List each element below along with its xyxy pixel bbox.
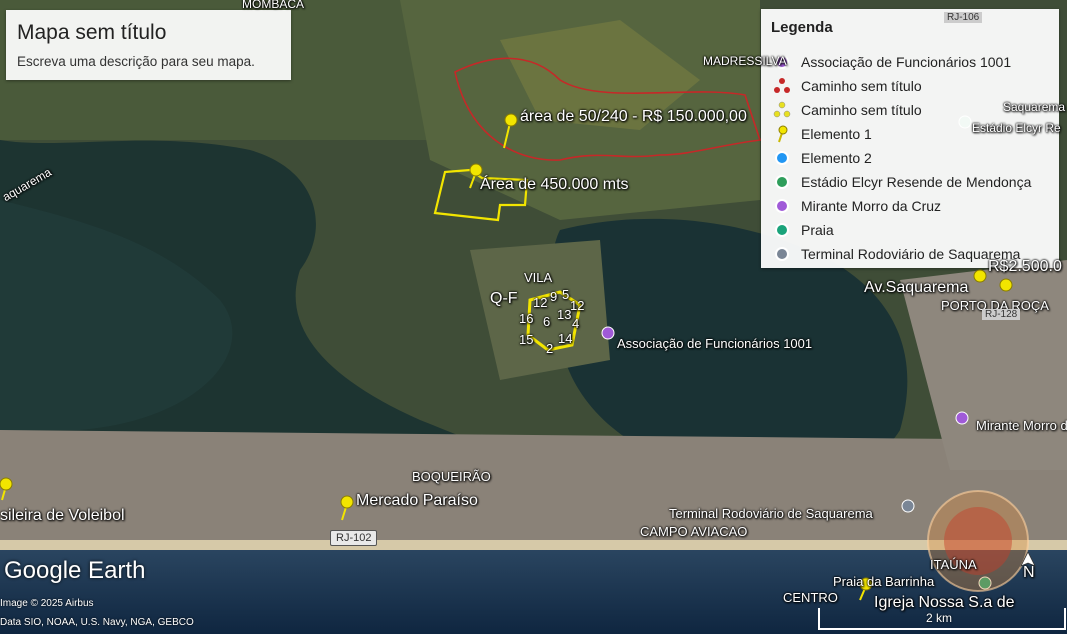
pushpin-icon — [973, 269, 987, 283]
legend-item[interactable]: Praia — [773, 220, 834, 240]
place-label[interactable]: sileira de Voleibol — [0, 507, 125, 525]
lot-number: 2 — [546, 341, 554, 356]
road-shield: RJ-102 — [330, 530, 378, 546]
place-label: VILA — [524, 270, 553, 285]
yellow-path-icon — [773, 101, 791, 119]
place-label[interactable]: Praia da Barrinha — [833, 574, 934, 589]
legend-item-label: Elemento 1 — [801, 126, 872, 142]
legend-item[interactable]: Terminal Rodoviário de Saquarema — [773, 244, 1020, 264]
gray-bus-icon — [901, 499, 915, 513]
compass-icon[interactable]: N — [1018, 551, 1038, 584]
lot-number: 6 — [543, 314, 551, 329]
place-label[interactable]: Mirante Morro d — [976, 418, 1067, 433]
price-label: R$2.500.0 — [988, 258, 1062, 275]
blue-place-icon — [773, 149, 791, 167]
place-label: Saquarema — [1003, 100, 1066, 114]
area-label[interactable]: Área de 450.000 mts — [480, 176, 629, 194]
lot-number: 13 — [557, 307, 572, 322]
legend-item-label: Caminho sem título — [801, 102, 922, 118]
legend-panel: Legenda Associação de Funcionários 1001 … — [761, 9, 1059, 268]
legend-item-label: Mirante Morro da Cruz — [801, 198, 942, 214]
place-label: ITAÚNA — [930, 557, 977, 572]
legend-item[interactable]: Estádio Elcyr Resende de Mendonça — [773, 172, 1031, 192]
legend-item-label: Estádio Elcyr Resende de Mendonça — [801, 174, 1032, 190]
road-shield: RJ-128 — [982, 309, 1021, 320]
place-label: Q-F — [490, 290, 518, 307]
purple-place-icon — [601, 326, 615, 340]
lot-number: 14 — [558, 331, 573, 346]
legend-item[interactable]: Caminho sem título — [773, 76, 922, 96]
gray-bus-icon — [773, 245, 791, 263]
place-label: CENTRO — [783, 590, 838, 605]
place-label[interactable]: Av.Saquarema — [864, 279, 968, 297]
lot-number: 12 — [570, 298, 585, 313]
area-label[interactable]: área de 50/240 - R$ 150.000,00 — [520, 108, 747, 126]
legend-item[interactable]: Elemento 1 — [773, 124, 872, 144]
lot-number: 15 — [519, 332, 534, 347]
teal-beach-icon — [773, 221, 791, 239]
legend-item-label: Elemento 2 — [801, 150, 872, 166]
place-label[interactable]: Mercado Paraíso — [356, 492, 478, 510]
north-label: N — [1023, 564, 1035, 581]
legend-item-label: Praia — [801, 222, 834, 238]
yellow-pushpin-icon — [773, 125, 791, 143]
google-earth-logo: Google Earth — [4, 557, 146, 584]
purple-place-icon — [773, 197, 791, 215]
data-credit: Data SIO, NOAA, U.S. Navy, NGA, GEBCO — [0, 617, 194, 628]
green-stadium-icon — [773, 173, 791, 191]
lot-number: 9 — [550, 289, 558, 304]
pushpin-icon — [999, 278, 1013, 292]
map-description[interactable]: Escreva uma descrição para seu mapa. — [17, 54, 255, 69]
red-path-icon — [773, 77, 791, 95]
image-credit: Image © 2025 Airbus — [0, 598, 94, 609]
lot-number: 16 — [519, 311, 534, 326]
place-label: BOQUEIRÃO — [412, 469, 491, 484]
legend-item[interactable]: Caminho sem título — [773, 100, 922, 120]
scale-label: 2 km — [926, 611, 953, 625]
lot-number: 12 — [533, 295, 548, 310]
legend-heading: Legenda — [771, 19, 833, 36]
legend-item[interactable]: Mirante Morro da Cruz — [773, 196, 941, 216]
road-shield: RJ-106 — [944, 12, 983, 23]
map-title-card[interactable]: Mapa sem título Escreva uma descrição pa… — [6, 10, 291, 80]
place-label: MADRESSILVA — [703, 54, 787, 68]
legend-item-label: Associação de Funcionários 1001 — [801, 54, 1012, 70]
lot-number: 4 — [572, 316, 580, 331]
legend-item[interactable]: Elemento 2 — [773, 148, 872, 168]
place-label[interactable]: Terminal Rodoviário de Saquarema — [669, 506, 873, 521]
place-label: MOMBACA — [242, 0, 305, 11]
place-label[interactable]: Associação de Funcionários 1001 — [617, 336, 812, 351]
legend-item[interactable]: Associação de Funcionários 1001 — [773, 52, 1011, 72]
legend-item-label: Caminho sem título — [801, 78, 922, 94]
scale-bar: 2 km — [818, 608, 1066, 630]
purple-place-icon — [955, 411, 969, 425]
map-title[interactable]: Mapa sem título — [17, 21, 166, 45]
lot-number: 5 — [562, 287, 570, 302]
place-label: Estádio Elcyr Re — [972, 121, 1061, 135]
place-label: CAMPO AVIACAO — [640, 524, 748, 539]
